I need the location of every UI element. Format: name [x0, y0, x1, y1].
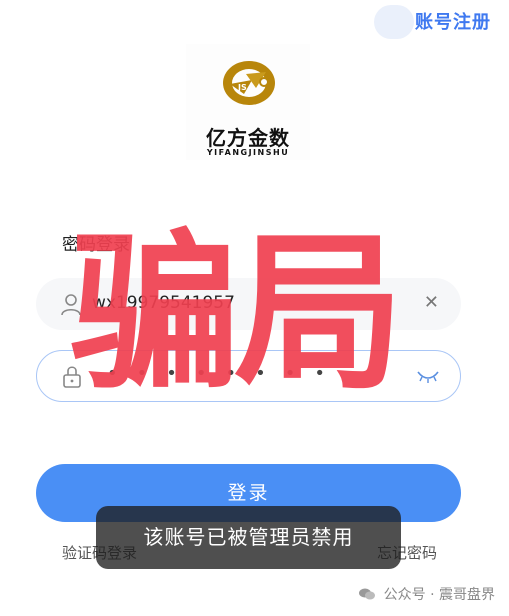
register-link[interactable]: 账号注册 [415, 8, 491, 34]
company-logo: JS 亿方金数 YIFANGJINSHU [186, 44, 310, 160]
logo-company-subtitle: YIFANGJINSHU [206, 148, 290, 157]
svg-text:JS: JS [237, 83, 247, 92]
logo-company-name: 亿方金数 [206, 126, 290, 150]
watermark-text: 公众号 · 震哥盘界 [383, 587, 495, 603]
wechat-icon [359, 588, 376, 600]
account-disabled-toast: 该账号已被管理员禁用 [96, 506, 401, 569]
scam-stamp-overlay: 骗局 [70, 213, 404, 413]
logo-emblem-icon: JS [223, 61, 275, 105]
watermark: 公众号 · 震哥盘界 [359, 584, 495, 604]
register-pill-decoration [374, 5, 414, 39]
